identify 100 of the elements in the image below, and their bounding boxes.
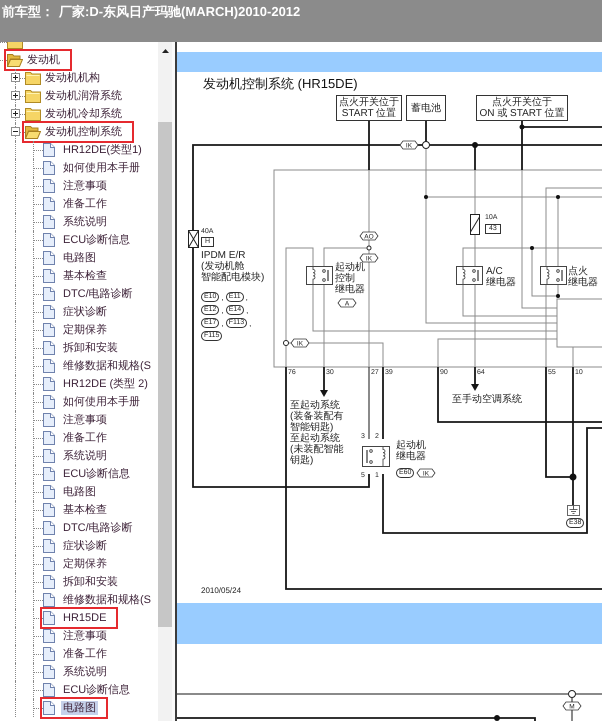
relay-icon — [456, 266, 483, 285]
open-junction-icon — [283, 340, 289, 346]
document-icon — [43, 395, 55, 409]
relay-label: 起动机 继电器 — [396, 440, 426, 462]
tree-item[interactable]: 注意事项 — [61, 179, 109, 193]
tree-item[interactable]: 基本检查 — [61, 503, 109, 517]
relay-label: 点火 继电器 — [568, 266, 598, 288]
junction-dot-icon — [556, 195, 560, 199]
fuse-icon — [188, 230, 199, 248]
fuse-icon — [470, 214, 480, 235]
tree-item[interactable]: 发动机润滑系统 — [43, 89, 124, 103]
tree-item[interactable]: ECU诊断信息 — [61, 233, 132, 247]
tree-item[interactable]: 基本检查 — [61, 269, 109, 283]
code-separator: , — [246, 306, 248, 314]
tree-item[interactable]: 定期保养 — [61, 323, 109, 337]
code-separator: , — [221, 292, 224, 302]
destination-note: 至手动空调系统 — [452, 394, 522, 405]
power-source-box: 点火开关位于 START 位置 — [336, 95, 402, 121]
open-junction-icon — [568, 690, 576, 698]
junction-dot-icon — [530, 246, 534, 250]
relay-icon — [540, 266, 567, 285]
plus-icon — [13, 111, 18, 116]
module-caption: IPDM E/R (发动机舱 智能配电模块) — [201, 250, 264, 283]
tree-item[interactable]: 电路图 — [61, 485, 98, 499]
tree-item[interactable]: 准备工作 — [61, 647, 109, 661]
junction-dot-icon — [494, 715, 500, 721]
vehicle-label: 前车型： — [2, 4, 54, 20]
tree-item[interactable]: 发动机控制系统 — [43, 125, 124, 139]
document-icon — [43, 611, 55, 625]
tree-item[interactable]: 注意事项 — [61, 413, 109, 427]
tree-item[interactable]: 维修数据和规格(S — [61, 359, 153, 373]
expand-toggle[interactable] — [11, 91, 20, 100]
tree-item[interactable]: 系统说明 — [61, 215, 109, 229]
up-arrow-icon — [162, 48, 168, 52]
tree-item[interactable]: 准备工作 — [61, 197, 109, 211]
tree-item[interactable]: 注意事项 — [61, 629, 109, 643]
document-icon — [43, 593, 55, 607]
tree-item[interactable]: 维修数据和规格(S — [61, 593, 153, 607]
plus-icon — [13, 75, 18, 80]
tree-item[interactable]: 定期保养 — [61, 557, 109, 571]
open-junction-icon — [422, 141, 430, 149]
code-separator: , — [246, 292, 248, 302]
document-icon — [43, 179, 55, 193]
plus-icon — [13, 93, 18, 98]
tree-item[interactable]: 发动机冷却系统 — [43, 107, 124, 121]
junction-dot-icon — [424, 195, 428, 199]
expand-toggle[interactable] — [11, 73, 20, 82]
document-icon — [43, 557, 55, 571]
tree-item[interactable]: 如何使用本手册 — [61, 395, 142, 409]
junction-dot-icon — [570, 474, 576, 480]
document-icon — [43, 539, 55, 553]
document-icon — [43, 665, 55, 679]
page-date: 2010/05/24 — [201, 586, 242, 595]
document-icon — [43, 503, 55, 517]
junction-dot-icon — [556, 294, 560, 298]
tree-item[interactable]: 系统说明 — [61, 449, 109, 463]
code-separator: , — [221, 318, 224, 328]
document-icon — [43, 269, 55, 283]
tree-item[interactable]: 准备工作 — [61, 431, 109, 445]
expand-toggle[interactable] — [11, 109, 20, 118]
tree-item[interactable]: 发动机机构 — [43, 71, 102, 85]
expand-toggle[interactable] — [11, 127, 20, 136]
tree-item[interactable]: DTC/电路诊断 — [61, 521, 135, 535]
code-separator: , — [221, 306, 224, 314]
tree-item[interactable]: HR15DE — [61, 611, 108, 625]
tree-item[interactable]: 拆卸和安装 — [61, 575, 120, 589]
tree-item[interactable]: 电路图 — [61, 701, 98, 715]
tree-item[interactable]: 发动机 — [25, 53, 62, 67]
tree-item[interactable]: 如何使用本手册 — [61, 161, 142, 175]
signal-arrow — [320, 367, 328, 397]
signal-arrow — [471, 367, 479, 391]
diagram-title: 发动机控制系统 (HR15DE) — [203, 76, 358, 92]
document-icon — [43, 449, 55, 463]
tree-item[interactable]: 症状诊断 — [61, 539, 109, 553]
tree-item[interactable]: DTC/电路诊断 — [61, 287, 135, 301]
tree-item[interactable]: ECU诊断信息 — [61, 683, 132, 697]
tree-item[interactable]: HR12DE (类型 2) — [61, 377, 150, 391]
tree-item[interactable]: ECU诊断信息 — [61, 467, 132, 481]
document-icon — [43, 359, 55, 373]
open-junction-icon — [366, 246, 372, 250]
tree-item[interactable]: HR12DE(类型1) — [61, 143, 144, 157]
tree-item[interactable]: 症状诊断 — [61, 305, 109, 319]
tree-item[interactable]: 电路图 — [61, 251, 98, 265]
document-icon — [43, 647, 55, 661]
document-icon — [43, 161, 55, 175]
junction-dot-icon — [520, 124, 524, 130]
document-icon — [43, 215, 55, 229]
document-icon — [43, 575, 55, 589]
power-source-box: 蓄电池 — [406, 95, 446, 121]
document-icon — [43, 305, 55, 319]
scrollbar-thumb[interactable] — [158, 122, 172, 627]
document-icon — [43, 629, 55, 643]
tree-item[interactable]: 系统说明 — [61, 665, 109, 679]
document-icon — [43, 377, 55, 391]
wire — [425, 121, 427, 142]
destination-note: 至起动系统 (装备装配有智能钥匙) 至起动系统 (未装配智能钥匙) — [290, 400, 344, 466]
document-icon — [43, 467, 55, 481]
ground-icon — [567, 505, 580, 516]
control-module-box — [556, 298, 602, 348]
tree-item[interactable]: 拆卸和安装 — [61, 341, 120, 355]
